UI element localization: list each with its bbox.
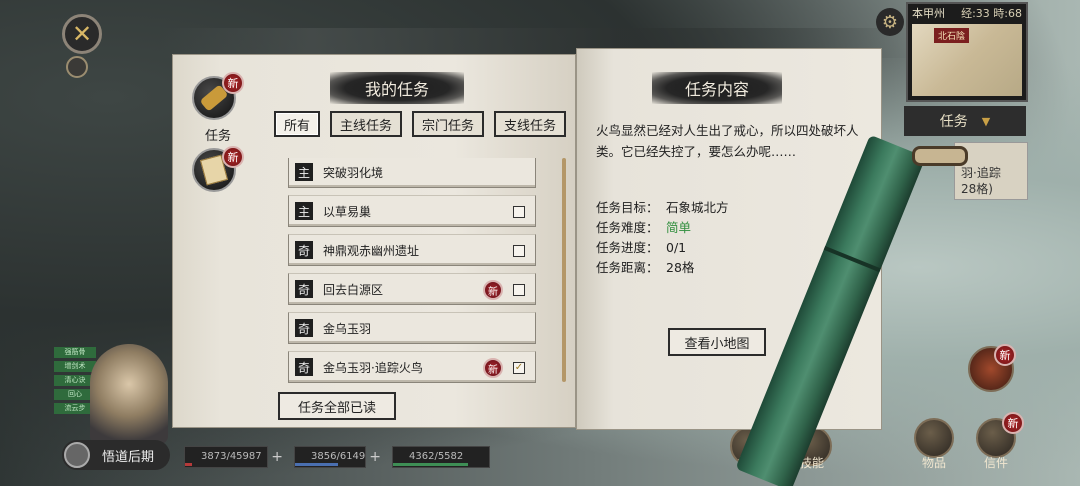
close-button[interactable]: ✕: [62, 14, 102, 54]
quest-description: 火鸟显然已经对人生出了戒心，所以四处破坏人类。它已经失控了，要怎么办呢……: [596, 123, 859, 159]
quest-name: 突破羽化境: [323, 165, 384, 180]
quest-type-badge: 奇: [295, 241, 313, 259]
filter-tab-side[interactable]: 支线任务: [494, 111, 566, 137]
mark-all-read-label: 任务全部已读: [297, 400, 376, 416]
quest-info-key: 任务进度：: [596, 240, 659, 255]
quest-info-key: 任务难度：: [596, 220, 659, 235]
quest-info-row: 任务目标： 石象城北方: [596, 198, 729, 218]
hero-realm[interactable]: 悟道后期: [62, 440, 170, 470]
minimap-view: 北石陰: [912, 24, 1022, 96]
quest-row[interactable]: 奇 神鼎观赤幽州遗址: [288, 234, 536, 266]
letters-new-badge: 新: [1002, 412, 1024, 434]
quest-info-value: 石象城北方: [666, 200, 729, 215]
quest-info-value: 0/1: [666, 240, 687, 255]
stamina-value: 4362/5582: [409, 451, 464, 462]
minimap[interactable]: 本甲州 经:33 時:68 北石陰: [906, 2, 1028, 102]
filter-tab-sect[interactable]: 宗门任务: [412, 111, 484, 137]
mp-bar: 3856/6149 +: [294, 446, 381, 468]
quest-name: 神鼎观赤幽州遗址: [323, 243, 420, 258]
quest-track-checkbox[interactable]: [513, 206, 525, 218]
quest-list-title-text: 我的任务: [364, 80, 429, 99]
quest-type-badge: 主: [295, 202, 313, 220]
letters-label: 信件: [983, 456, 1008, 470]
filter-tab-all[interactable]: 所有: [274, 111, 320, 137]
chevron-down-icon: ▼: [981, 114, 991, 128]
quest-row[interactable]: 奇 回去白源区 新: [288, 273, 536, 305]
hero-portrait[interactable]: [90, 344, 168, 444]
mp-fill: [295, 463, 339, 466]
alert-new-badge: 新: [994, 344, 1016, 366]
hp-plus-icon[interactable]: +: [271, 447, 283, 467]
hp-value: 3873/45987: [201, 451, 262, 462]
realm-ring-icon: [64, 442, 90, 468]
items-button[interactable]: [914, 418, 954, 458]
quest-new-badge: 新: [483, 280, 503, 300]
task-peek-line: 28格): [961, 182, 993, 196]
items-label: 物品: [921, 456, 946, 470]
stamina-bar: 4362/5582: [392, 446, 490, 468]
quest-track-checkbox[interactable]: ✓: [513, 362, 525, 374]
quest-tab-label: 任务: [204, 129, 231, 144]
minimap-location: 本甲州: [912, 7, 945, 20]
task-tracker-tab[interactable]: 任务 ▼: [904, 106, 1026, 136]
quest-detail-title-text: 任务内容: [684, 80, 749, 99]
task-peek-line: 羽·追踪: [961, 166, 1001, 180]
filter-tab-label: 主线任务: [339, 118, 392, 134]
bamboo-scroll-cap: [912, 146, 968, 166]
quest-info-row: 任务进度： 0/1: [596, 238, 729, 258]
quest-list-title: 我的任务: [330, 72, 464, 104]
quest-detail-title: 任务内容: [652, 72, 782, 104]
hp-fill: [185, 463, 192, 466]
game-time: 经:33 時:68: [961, 7, 1022, 20]
quest-track-checkbox[interactable]: [513, 245, 525, 257]
quest-info-row: 任务距离： 28格: [596, 258, 729, 278]
quest-info-value: 简单: [666, 220, 692, 235]
quest-new-badge: 新: [483, 358, 503, 378]
quest-info-row: 任务难度： 简单: [596, 218, 729, 238]
mp-value: 3856/6149: [311, 451, 366, 462]
filter-tab-label: 所有: [283, 118, 310, 134]
minimap-place-tag: 北石陰: [934, 28, 970, 43]
quest-row[interactable]: 奇 金乌玉羽·追踪火鸟 新 ✓: [288, 351, 536, 383]
stamina-fill: [393, 463, 468, 466]
quest-row[interactable]: 奇 金乌玉羽: [288, 312, 536, 344]
quest-info-value: 28格: [666, 260, 695, 275]
compass-button[interactable]: [66, 56, 88, 78]
quest-type-badge: 奇: [295, 319, 313, 337]
quest-type-badge: 主: [295, 163, 313, 181]
hero-realm-label: 悟道后期: [102, 449, 155, 465]
filter-tab-main[interactable]: 主线任务: [330, 111, 402, 137]
quest-row[interactable]: 主 以草易巢: [288, 195, 536, 227]
letter-tab-new-badge: 新: [222, 146, 244, 168]
quest-info: 任务目标： 石象城北方 任务难度： 简单 任务进度： 0/1 任务距离： 28格: [596, 198, 729, 278]
quest-tab-new-badge: 新: [222, 72, 244, 94]
quest-row[interactable]: 主 突破羽化境: [288, 158, 536, 188]
view-minimap-button[interactable]: 查看小地图: [668, 328, 766, 356]
quest-info-key: 任务目标：: [596, 200, 659, 215]
filter-tab-label: 支线任务: [503, 118, 556, 134]
quest-name: 以草易巢: [323, 204, 372, 219]
quest-name: 金乌玉羽·追踪火鸟: [323, 360, 423, 375]
view-minimap-label: 查看小地图: [684, 336, 750, 352]
filter-tab-label: 宗门任务: [421, 118, 474, 134]
mp-plus-icon[interactable]: +: [369, 447, 381, 467]
mark-all-read-button[interactable]: 任务全部已读: [278, 392, 396, 420]
quest-name: 金乌玉羽: [323, 321, 372, 336]
close-icon: ✕: [71, 20, 93, 48]
quest-type-badge: 奇: [295, 358, 313, 376]
buff-item: 增剑术: [54, 361, 96, 372]
quest-list-scrollbar[interactable]: [562, 158, 566, 382]
quest-track-checkbox[interactable]: [513, 284, 525, 296]
quest-list[interactable]: 主 突破羽化境 主 以草易巢 奇 神鼎观赤幽州遗址 奇 回去白源区 新 奇 金乌…: [288, 158, 536, 386]
hp-bar: 3873/45987 +: [184, 446, 283, 468]
quest-info-key: 任务距离：: [596, 260, 659, 275]
settings-gear-icon[interactable]: ⚙: [876, 8, 904, 36]
quest-name: 回去白源区: [323, 282, 384, 297]
quest-type-badge: 奇: [295, 280, 313, 298]
buff-item: 强筋骨: [54, 347, 96, 358]
task-tracker-label: 任务: [939, 114, 968, 130]
